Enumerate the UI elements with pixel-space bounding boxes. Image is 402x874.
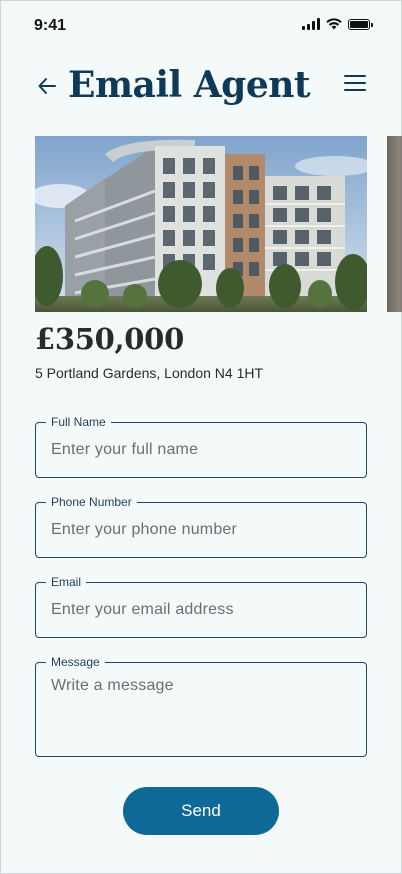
phone-number-input[interactable] [51, 503, 351, 557]
page-title: Email Agent [68, 64, 311, 106]
listing-address: 5 Portland Gardens, London N4 1HT [35, 365, 264, 381]
property-photo[interactable] [35, 136, 367, 312]
next-property-photo[interactable] [387, 136, 402, 312]
email-field[interactable]: Email [35, 575, 367, 638]
message-label: Message [46, 655, 105, 669]
status-bar: 9:41 [0, 0, 402, 50]
hamburger-menu-icon [344, 75, 366, 77]
status-time: 9:41 [34, 17, 67, 34]
full-name-input[interactable] [51, 423, 351, 477]
listing-price: £350,000 [35, 322, 184, 356]
status-icons [302, 18, 373, 30]
battery-icon [348, 18, 373, 30]
property-photo-carousel[interactable] [35, 136, 402, 312]
send-button[interactable]: Send [123, 787, 279, 835]
header: Email Agent [0, 62, 402, 110]
message-textarea[interactable] [51, 677, 351, 747]
arrow-left-icon [38, 78, 56, 94]
message-field[interactable]: Message [35, 655, 367, 757]
cellular-signal-icon [302, 18, 320, 30]
back-button[interactable] [36, 74, 60, 98]
phone-number-field[interactable]: Phone Number [35, 495, 367, 558]
menu-button[interactable] [344, 75, 366, 95]
full-name-field[interactable]: Full Name [35, 415, 367, 478]
email-input[interactable] [51, 583, 351, 637]
wifi-icon [326, 18, 342, 30]
